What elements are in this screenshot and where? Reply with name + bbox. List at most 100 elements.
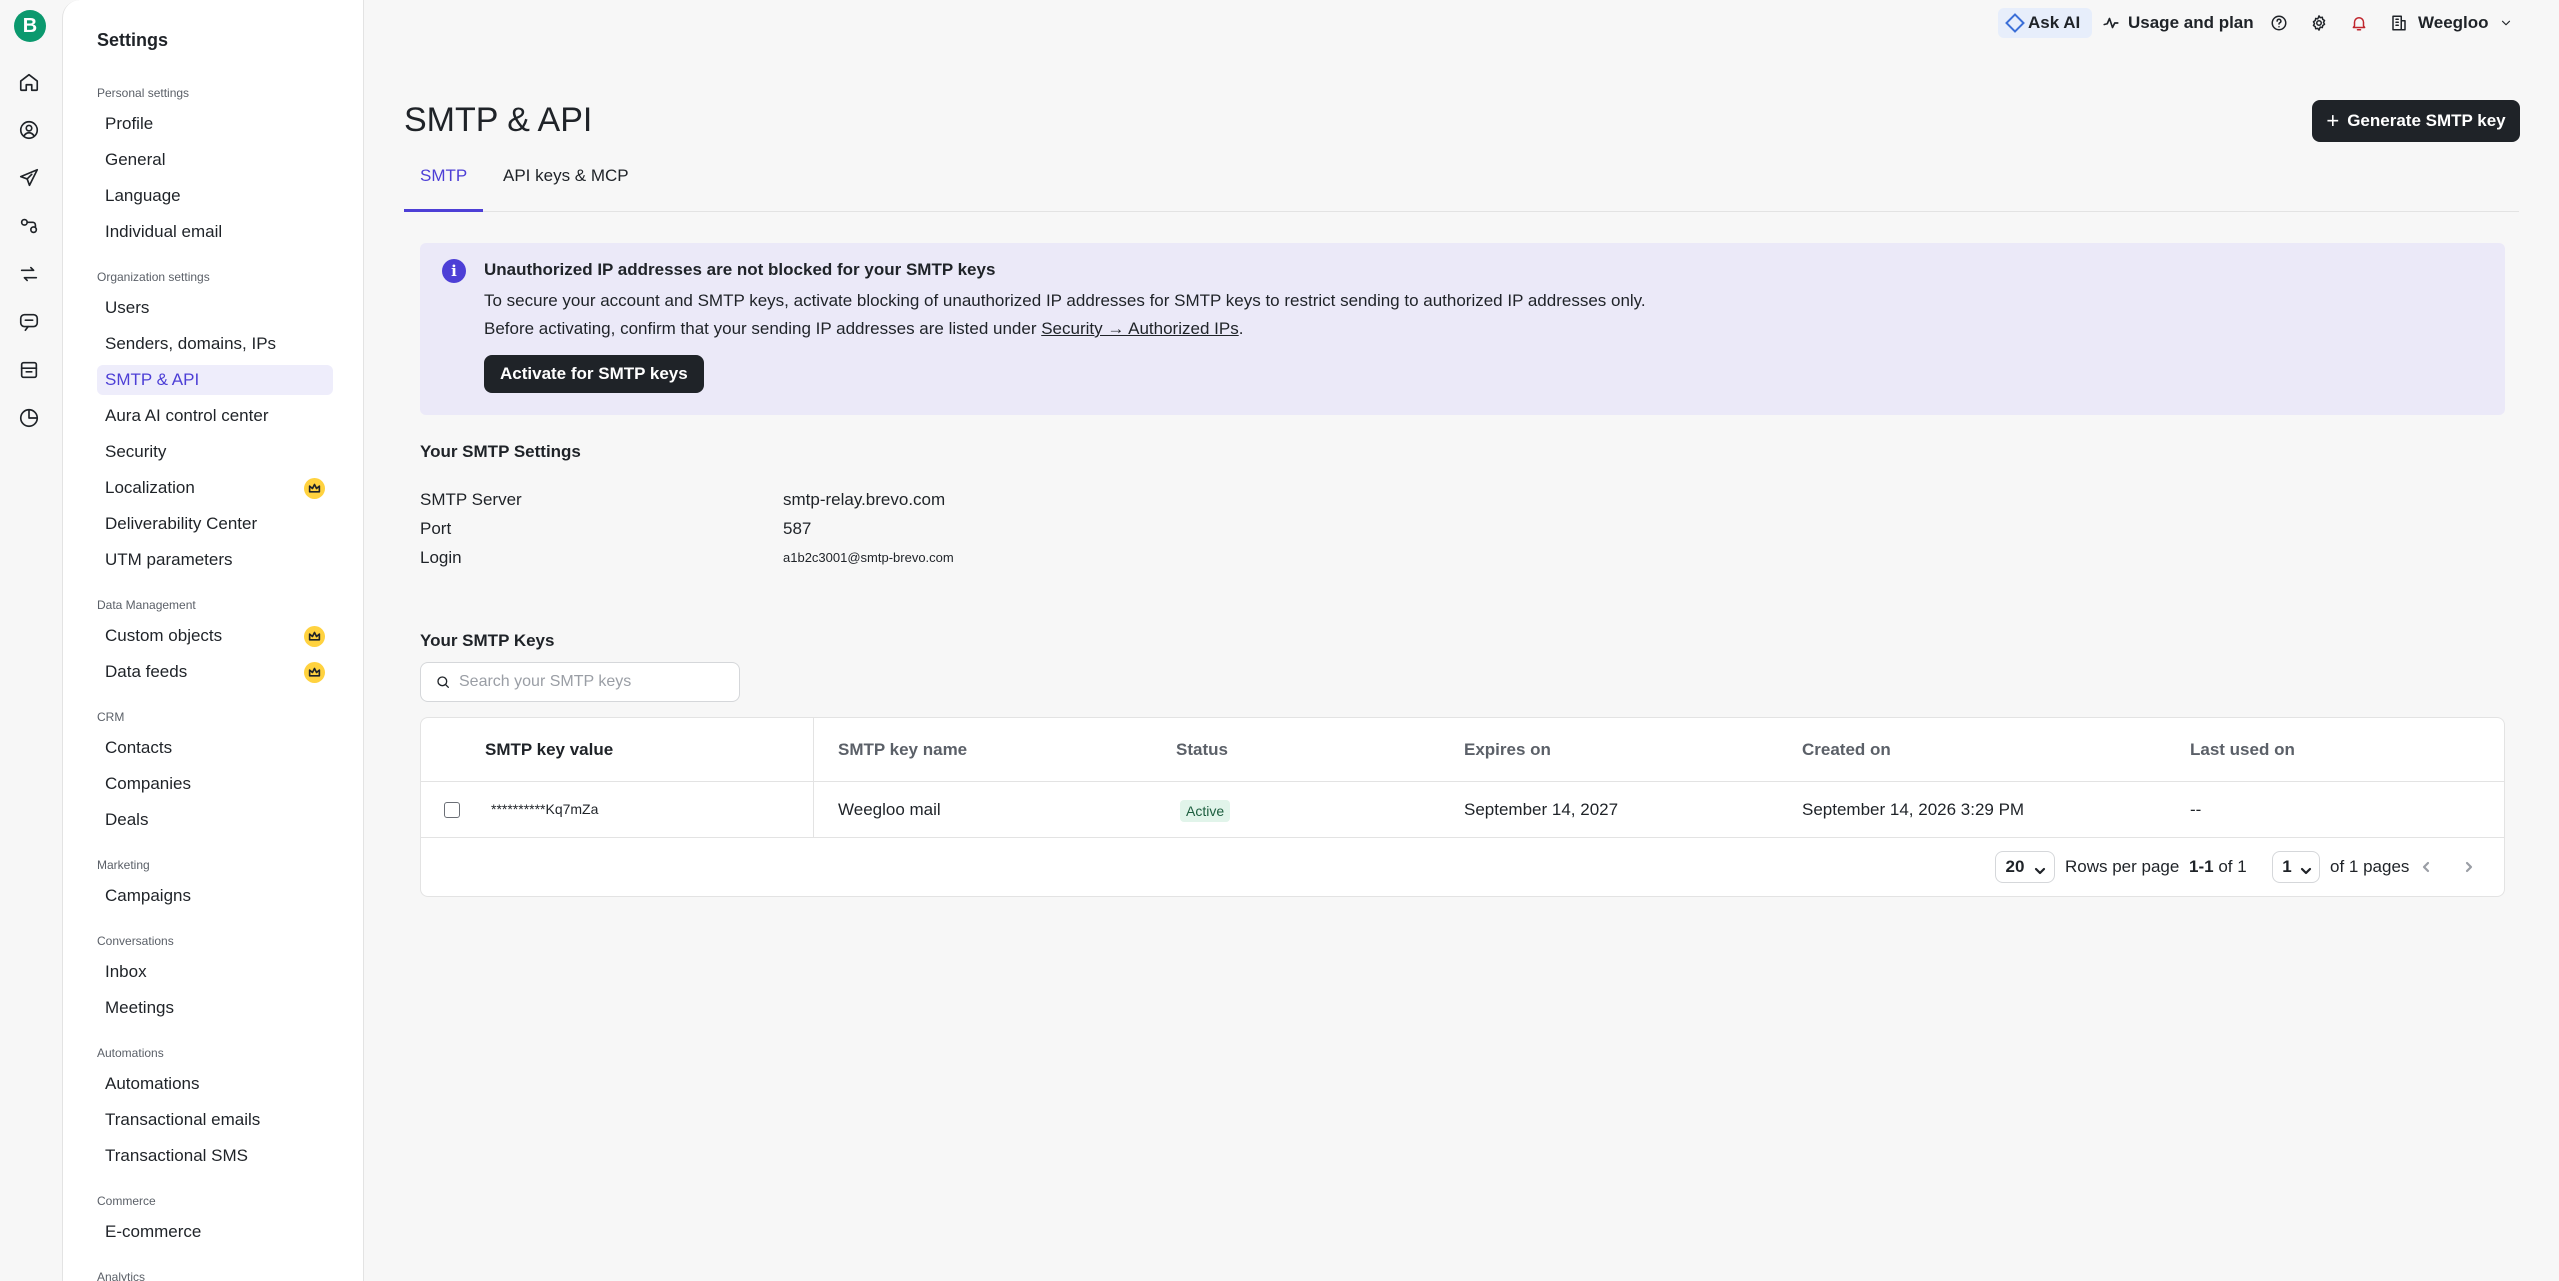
sidebar-item-data-feeds[interactable]: Data feeds — [97, 657, 333, 687]
column-header-last-used[interactable]: Last used on — [2190, 718, 2295, 782]
chevron-down-icon — [2034, 862, 2046, 875]
sidebar-title: Settings — [97, 30, 169, 50]
sidebar-item-aura[interactable]: Aura AI control center — [97, 401, 333, 431]
authorized-ips-link[interactable]: Security → Authorized IPs — [1041, 319, 1238, 338]
contacts-icon[interactable] — [15, 116, 43, 144]
section-automations: Automations — [97, 1046, 164, 1060]
generate-smtp-key-label: Generate SMTP key — [2347, 111, 2506, 130]
page-total: of 1 pages — [2330, 857, 2410, 876]
tab-smtp[interactable]: SMTP — [404, 158, 484, 212]
automations-icon[interactable] — [15, 260, 43, 288]
sidebar-item-localization[interactable]: Localization — [97, 473, 333, 503]
campaigns-send-icon[interactable] — [15, 164, 43, 192]
smtp-server-label: SMTP Server — [420, 490, 522, 509]
home-icon[interactable] — [15, 68, 43, 96]
sidebar-item-companies[interactable]: Companies — [97, 769, 333, 799]
column-header-key-name[interactable]: SMTP key name — [838, 718, 967, 782]
last-used-cell: -- — [2190, 800, 2202, 819]
activity-icon — [2103, 17, 2119, 29]
gear-icon[interactable] — [2308, 12, 2330, 34]
chevron-left-icon — [2422, 861, 2430, 873]
sidebar-item-security[interactable]: Security — [97, 437, 333, 467]
sidebar-item-label: Localization — [105, 478, 195, 497]
port-value: 587 — [783, 519, 812, 538]
app-rail: B — [0, 0, 62, 1281]
smtp-settings-heading: Your SMTP Settings — [420, 442, 581, 461]
pagination: 20 Rows per page 1-1 of 1 1 of 1 pages — [421, 837, 2504, 897]
sidebar-item-contacts[interactable]: Contacts — [97, 733, 333, 763]
usage-label: Usage and plan — [2128, 13, 2254, 32]
info-icon: i — [442, 259, 466, 283]
status-cell: Active — [1180, 782, 1231, 837]
column-header-expires[interactable]: Expires on — [1464, 718, 1551, 782]
ip-warning-banner: i Unauthorized IP addresses are not bloc… — [420, 243, 2505, 415]
sidebar-item-campaigns[interactable]: Campaigns — [97, 881, 333, 911]
commerce-icon[interactable] — [15, 356, 43, 384]
column-header-created[interactable]: Created on — [1802, 718, 1891, 782]
login-value: a1b2c3001@smtp-brevo.com — [783, 550, 954, 565]
account-name: Weegloo — [2418, 13, 2489, 32]
search-icon — [437, 676, 449, 688]
prev-page-button[interactable] — [2416, 857, 2436, 877]
chevron-right-icon — [2465, 861, 2473, 873]
sidebar-item-general[interactable]: General — [97, 145, 333, 175]
rows-per-page-select[interactable]: 20 — [1995, 851, 2055, 883]
crown-icon — [304, 478, 325, 499]
sidebar-item-transactional-sms[interactable]: Transactional SMS — [97, 1141, 333, 1171]
usage-and-plan-button[interactable]: Usage and plan — [2102, 8, 2254, 38]
smtp-server-value: smtp-relay.brevo.com — [783, 490, 946, 509]
sidebar-item-inbox[interactable]: Inbox — [97, 957, 333, 987]
ask-ai-button[interactable]: Ask AI — [1998, 8, 2093, 38]
sidebar-item-custom-objects[interactable]: Custom objects — [97, 621, 333, 651]
tab-api-keys-mcp[interactable]: API keys & MCP — [487, 158, 645, 212]
sidebar-item-profile[interactable]: Profile — [97, 109, 333, 139]
crown-icon — [304, 662, 325, 683]
page-select[interactable]: 1 — [2272, 851, 2320, 883]
expires-cell: September 14, 2027 — [1464, 800, 1619, 819]
generate-smtp-key-button[interactable]: + Generate SMTP key — [2312, 100, 2520, 142]
section-personal-settings: Personal settings — [97, 86, 190, 100]
crown-icon — [304, 626, 325, 647]
banner-text-2: Before activating, confirm that your sen… — [484, 319, 1243, 339]
row-checkbox[interactable] — [444, 802, 460, 818]
analytics-icon[interactable] — [15, 404, 43, 432]
activate-for-smtp-keys-button[interactable]: Activate for SMTP keys — [484, 355, 704, 393]
account-menu[interactable]: Weegloo — [2390, 8, 2513, 38]
banner-text: To secure your account and SMTP keys, ac… — [484, 291, 1646, 310]
brevo-logo[interactable]: B — [14, 10, 46, 42]
sidebar-item-utm[interactable]: UTM parameters — [97, 545, 333, 575]
sidebar-item-deals[interactable]: Deals — [97, 805, 333, 835]
tab-bar: SMTP API keys & MCP — [404, 158, 2519, 212]
sidebar-item-individual-email[interactable]: Individual email — [97, 217, 333, 247]
sidebar-item-deliverability[interactable]: Deliverability Center — [97, 509, 333, 539]
notification-bell-icon[interactable] — [2348, 12, 2370, 34]
banner-title: Unauthorized IP addresses are not blocke… — [484, 260, 996, 279]
section-marketing: Marketing — [97, 858, 150, 872]
sidebar-item-ecommerce[interactable]: E-commerce — [97, 1217, 333, 1247]
range-value: 1-1 — [2189, 857, 2214, 876]
sidebar-item-meetings[interactable]: Meetings — [97, 993, 333, 1023]
created-cell: September 14, 2026 3:29 PM — [1802, 800, 2025, 819]
chevron-down-icon — [2501, 20, 2510, 26]
rows-per-page-value: 20 — [2005, 857, 2025, 876]
column-header-status[interactable]: Status — [1176, 718, 1228, 782]
next-page-button[interactable] — [2459, 857, 2479, 877]
settings-sidebar: Settings Personal settings Profile Gener… — [62, 0, 364, 1281]
rows-per-page-label: Rows per page — [2065, 857, 2180, 876]
sidebar-item-senders[interactable]: Senders, domains, IPs — [97, 329, 333, 359]
chat-icon[interactable] — [15, 308, 43, 336]
search-input[interactable] — [459, 673, 729, 691]
section-commerce: Commerce — [97, 1194, 156, 1208]
sidebar-item-language[interactable]: Language — [97, 181, 333, 211]
smtp-key-search — [420, 662, 740, 702]
sidebar-item-smtp-api[interactable]: SMTP & API — [97, 365, 333, 395]
sidebar-item-automations[interactable]: Automations — [97, 1069, 333, 1099]
key-value-cell: **********Kq7mZa — [491, 801, 599, 817]
conversations-icon[interactable] — [15, 212, 43, 240]
help-icon[interactable] — [2268, 12, 2290, 34]
range-total: of 1 — [2218, 857, 2247, 876]
sidebar-item-users[interactable]: Users — [97, 293, 333, 323]
page-range: 1-1 of 1 — [2189, 851, 2247, 883]
sidebar-item-transactional-emails[interactable]: Transactional emails — [97, 1105, 333, 1135]
column-header-key-value[interactable]: SMTP key value — [485, 718, 613, 782]
